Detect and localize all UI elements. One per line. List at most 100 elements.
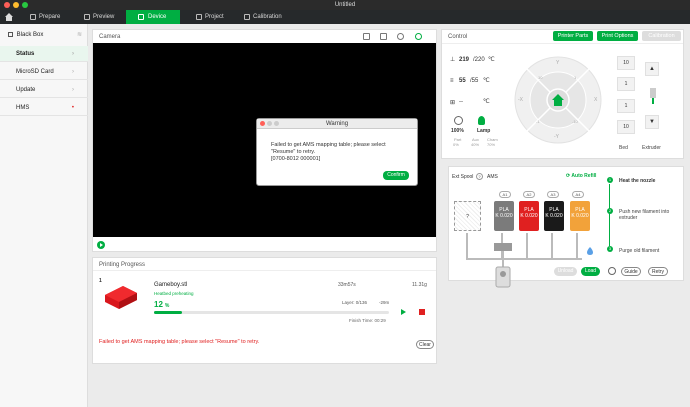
sidebar-item-sdcard[interactable]: MicroSD Card › xyxy=(0,64,88,80)
arrow-down-icon: ▼ xyxy=(649,119,655,125)
clear-button[interactable]: Clear xyxy=(416,340,434,349)
aux-fan-value: 40% xyxy=(471,142,480,147)
confirm-button[interactable]: Confirm xyxy=(383,171,409,180)
tab-preview[interactable]: Preview xyxy=(80,10,124,24)
jog-x-minus: -X xyxy=(518,97,523,103)
step-connector xyxy=(609,184,610,246)
z-up-10-button[interactable]: 10 xyxy=(617,56,635,70)
extrude-up-button[interactable]: ▲ xyxy=(645,62,659,76)
bed-target: /55 xyxy=(470,78,479,84)
divider xyxy=(442,43,683,44)
bed-temp: 55 xyxy=(459,78,466,84)
retry-button[interactable]: Retry xyxy=(648,267,668,276)
step-1-label: Heat the nozzle xyxy=(619,178,656,184)
step-3-label: Purge old filament xyxy=(619,248,660,254)
chevron-right-icon: › xyxy=(72,51,74,57)
tab-prepare[interactable]: Prepare xyxy=(26,10,74,24)
slot-label-a2: A2 xyxy=(523,191,535,198)
z-down-1-button[interactable]: 1 xyxy=(617,99,635,113)
print-time: 33m57s xyxy=(338,282,356,288)
sidebar-item-update[interactable]: Update › xyxy=(0,82,88,98)
control-panel: Control Printer Parts Print Options Cali… xyxy=(441,29,684,159)
nozzle-temp-icon: ⊥ xyxy=(450,57,456,63)
settings-icon[interactable] xyxy=(415,33,422,40)
preview-icon xyxy=(84,14,90,20)
printer-parts-button[interactable]: Printer Parts xyxy=(553,31,593,41)
auto-refill-link[interactable]: ⟳ Auto Refill xyxy=(566,173,596,179)
camera-icon[interactable] xyxy=(363,33,370,40)
progress-bar-fill xyxy=(154,311,183,314)
step-2-indicator: 2 xyxy=(607,208,613,214)
xy-jog-wheel[interactable]: Y -Y -X X 10 1 -1 -10 xyxy=(514,55,602,145)
help-icon[interactable]: ? xyxy=(476,173,483,180)
camera-title: Camera xyxy=(99,34,121,40)
alert-dot-icon: • xyxy=(71,105,74,111)
dialog-zoom-button xyxy=(274,121,279,126)
close-window-button[interactable] xyxy=(4,2,10,8)
slot-label-a4: A4 xyxy=(572,191,584,198)
z-up-1-button[interactable]: 1 xyxy=(617,77,635,91)
layer-count: Layer: 0/136 xyxy=(342,300,368,305)
window-title: Untitled xyxy=(334,2,356,8)
tab-device[interactable]: Device xyxy=(126,10,180,24)
file-name: Gameboy.stl xyxy=(154,282,188,288)
external-spool-slot[interactable]: ? xyxy=(454,201,481,231)
tab-project[interactable]: Project xyxy=(192,10,232,24)
ams-slot-a1[interactable]: PLA K 0.020 xyxy=(494,201,514,231)
extrude-down-button[interactable]: ▼ xyxy=(645,115,659,129)
stop-icon[interactable] xyxy=(419,309,425,315)
warning-dialog: Warning Failed to get AMS mapping table;… xyxy=(256,118,418,186)
resume-icon[interactable] xyxy=(399,308,407,316)
extruder-label: Extruder xyxy=(642,145,661,151)
dialog-titlebar: Warning xyxy=(257,119,417,129)
dialog-minimize-button xyxy=(267,121,272,126)
nozzle-temp: 219 xyxy=(459,57,470,63)
print-options-button[interactable]: Print Options xyxy=(597,31,638,41)
zoom-window-button[interactable] xyxy=(22,2,28,8)
step-2-label: Push new filament into extruder xyxy=(619,209,670,221)
calibration-button[interactable]: Calibration xyxy=(642,31,681,41)
play-icon[interactable] xyxy=(97,241,105,249)
video-icon[interactable] xyxy=(380,33,387,40)
timelapse-icon[interactable] xyxy=(397,33,404,40)
chamber-temp-icon: ⊞ xyxy=(450,100,456,106)
guide-button[interactable]: Guide xyxy=(621,267,641,276)
unload-button[interactable]: Unload xyxy=(554,267,577,276)
filament-weight: 11.31g xyxy=(412,282,427,288)
bed-label: Bed xyxy=(619,145,628,151)
progress-percent: 12% xyxy=(154,300,170,309)
settings-gear-icon[interactable] xyxy=(608,267,616,275)
prepare-icon xyxy=(30,14,36,20)
tab-calibration[interactable]: Calibration xyxy=(240,10,302,24)
ams-slot-a2[interactable]: PLA K 0.020 xyxy=(519,201,539,231)
speed-icon[interactable] xyxy=(454,116,463,125)
speed-value: 100% xyxy=(451,128,464,134)
bed-unit: ℃ xyxy=(483,78,490,84)
z-down-10-button[interactable]: 10 xyxy=(617,120,635,134)
minimize-window-button[interactable] xyxy=(13,2,19,8)
chamber-unit: ℃ xyxy=(483,99,490,105)
divider xyxy=(93,270,436,271)
device-sidebar: Black Box ≋ Status › MicroSD Card › Update… xyxy=(0,24,88,407)
printer-selector[interactable]: Black Box ≋ xyxy=(0,28,88,42)
dialog-error-code: [0700-8012 000001] xyxy=(271,156,321,162)
dialog-close-button[interactable] xyxy=(260,121,265,126)
ams-label: AMS xyxy=(487,174,498,180)
print-stage: Heatbed preheating xyxy=(154,291,194,296)
ams-slot-a4[interactable]: PLA K 0.020 xyxy=(570,201,590,231)
ams-filament-path xyxy=(452,233,602,293)
top-nav: Prepare Preview Device Project Calibrati… xyxy=(0,10,690,24)
model-thumbnail xyxy=(103,283,139,311)
ams-slot-a3[interactable]: PLA K 0.020 xyxy=(544,201,564,231)
printing-progress-panel: Printing Progress 1 Gameboy.stl 33m57s 1… xyxy=(92,257,437,364)
load-button[interactable]: Load xyxy=(581,267,600,276)
sidebar-item-hms[interactable]: HMS • xyxy=(0,100,88,116)
remaining-time: -29m xyxy=(379,300,390,305)
lamp-icon[interactable] xyxy=(478,116,485,125)
jog-step-10: 10 xyxy=(538,75,543,80)
progress-title: Printing Progress xyxy=(99,262,146,268)
nozzle-unit: ℃ xyxy=(488,57,495,63)
home-icon[interactable] xyxy=(5,13,13,21)
sidebar-item-status[interactable]: Status › xyxy=(0,46,88,62)
dialog-title: Warning xyxy=(325,121,349,127)
